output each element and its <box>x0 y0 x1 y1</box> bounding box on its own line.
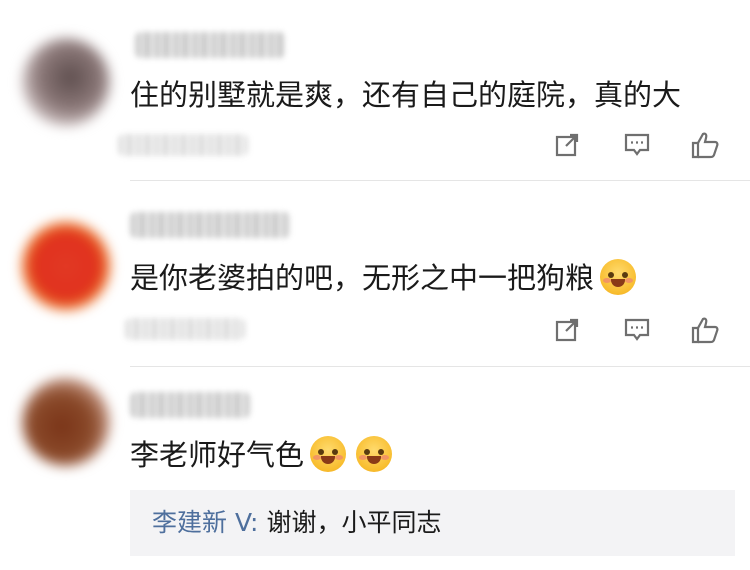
comment-text: 李老师好气色 <box>130 435 393 475</box>
reply-author[interactable]: 李建新 <box>152 508 227 537</box>
reply-line: 李建新 V: 谢谢，小平同志 <box>152 503 441 543</box>
avatar[interactable] <box>22 378 110 466</box>
happy-emoji-icon <box>310 436 347 472</box>
happy-emoji-icon <box>356 436 393 472</box>
reply-text: 谢谢，小平同志 <box>266 508 442 537</box>
reply-box[interactable]: 李建新 V: 谢谢，小平同志 <box>130 490 735 556</box>
comment-text-body: 李老师好气色 <box>130 438 305 472</box>
verified-badge: V: <box>234 508 259 537</box>
username-blurred[interactable] <box>130 392 250 418</box>
comment-item: 李老师好气色 李建新 V: 谢谢，小平同志 <box>0 0 750 570</box>
